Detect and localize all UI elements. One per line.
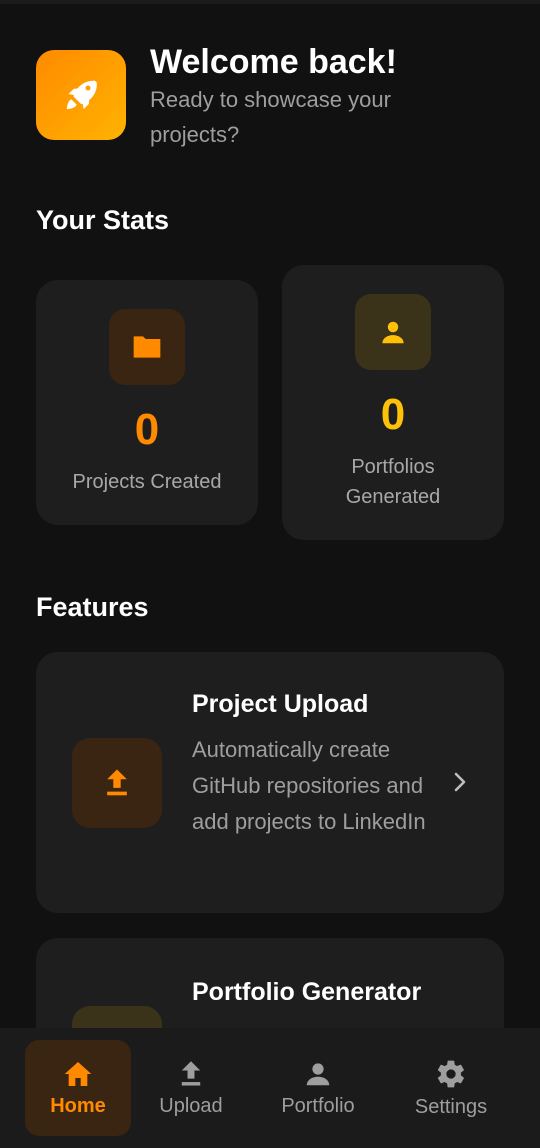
status-bar-edge: [0, 0, 540, 4]
feature-title: Project Upload: [192, 690, 369, 718]
nav-label-upload: Upload: [159, 1094, 223, 1117]
welcome-title: Welcome back!: [150, 43, 397, 81]
stat-icon-box: [355, 294, 431, 370]
upload-icon: [107, 769, 127, 796]
person-icon: [306, 1062, 330, 1085]
chevron-right-icon: [452, 770, 468, 799]
stat-card-projects[interactable]: 0 Projects Created: [36, 280, 258, 525]
nav-item-settings[interactable]: Settings: [398, 1040, 504, 1136]
stat-icon-box: [109, 309, 185, 385]
folder-icon: [133, 336, 161, 358]
welcome-subtitle: Ready to showcase your projects?: [150, 87, 391, 147]
gear-icon: [437, 1060, 464, 1087]
nav-item-home[interactable]: Home: [25, 1040, 131, 1136]
home-icon: [64, 1061, 92, 1086]
stat-value-portfolios: 0: [380, 390, 406, 439]
stat-label-portfolios: Portfolios Generated: [345, 456, 441, 508]
stats-section-title: Your Stats: [36, 205, 170, 235]
feature-description: Automatically create GitHub repositories…: [192, 737, 426, 834]
nav-label-portfolio: Portfolio: [281, 1094, 355, 1117]
welcome-header: Welcome back! Ready to showcase your pro…: [36, 43, 506, 152]
stat-value-projects: 0: [134, 405, 160, 454]
nav-item-upload[interactable]: Upload: [138, 1040, 244, 1136]
stat-card-portfolios[interactable]: 0 Portfolios Generated: [282, 265, 504, 540]
stat-label-projects: Projects Created: [72, 471, 222, 493]
nav-label-settings: Settings: [414, 1095, 488, 1118]
nav-item-portfolio[interactable]: Portfolio: [265, 1040, 371, 1136]
feature-icon-box: [72, 738, 162, 828]
person-icon: [382, 321, 404, 344]
bottom-navigation: Home Upload Portfolio Settings: [0, 1028, 540, 1148]
upload-icon: [181, 1060, 201, 1086]
app-logo: [36, 50, 126, 140]
feature-card-project-upload[interactable]: Project Upload Automatically create GitH…: [36, 652, 504, 913]
rocket-icon: [66, 80, 97, 110]
features-section-title: Features: [36, 592, 149, 622]
feature-title: Portfolio Generator: [192, 978, 422, 1006]
nav-label-home: Home: [50, 1094, 106, 1117]
